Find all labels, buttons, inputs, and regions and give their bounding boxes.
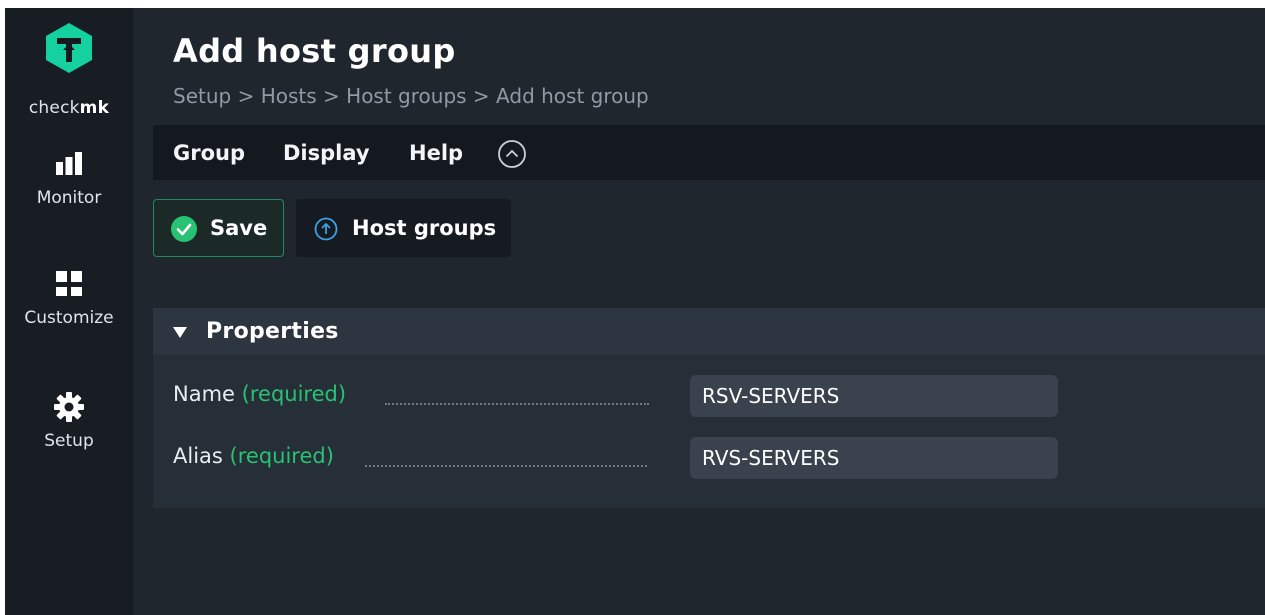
- sidebar-item-monitor[interactable]: Monitor: [5, 148, 133, 208]
- arrow-up-circle-icon: [314, 217, 338, 241]
- breadcrumb-item-hosts[interactable]: Hosts: [261, 84, 317, 108]
- collapse-menu-icon[interactable]: [497, 139, 527, 169]
- host-groups-button-label: Host groups: [352, 216, 497, 240]
- gear-icon: [54, 392, 84, 422]
- grid-icon: [56, 271, 82, 296]
- check-circle-icon: [171, 216, 197, 242]
- breadcrumb-item-host-groups[interactable]: Host groups: [346, 84, 466, 108]
- field-row-alias: Alias (required): [153, 437, 1265, 481]
- collapse-triangle-icon: [173, 327, 187, 338]
- menu-bar: Group Display Help: [153, 125, 1265, 180]
- host-groups-button[interactable]: Host groups: [296, 199, 511, 257]
- sidebar: checkmk Monitor Customize Setup: [5, 8, 133, 615]
- sidebar-item-label: Setup: [44, 431, 94, 451]
- logo-text: checkmk: [28, 98, 110, 118]
- properties-title: Properties: [206, 319, 339, 344]
- menu-group[interactable]: Group: [173, 141, 245, 165]
- breadcrumb: Setup > Hosts > Host groups > Add host g…: [173, 84, 649, 108]
- breadcrumb-separator: >: [466, 84, 497, 108]
- properties-section: Properties Name (required) Alias (requir…: [153, 308, 1265, 508]
- field-row-name: Name (required): [153, 375, 1265, 419]
- sidebar-item-customize[interactable]: Customize: [5, 268, 133, 328]
- checkmk-logo-icon: [46, 23, 92, 73]
- breadcrumb-item-setup[interactable]: Setup: [173, 84, 231, 108]
- page-title: Add host group: [173, 32, 456, 70]
- bar-chart-icon: [56, 152, 82, 175]
- properties-header[interactable]: Properties: [153, 308, 1265, 355]
- main-content: Add host group Setup > Hosts > Host grou…: [133, 8, 1265, 615]
- sidebar-item-label: Customize: [24, 308, 114, 328]
- breadcrumb-item-current: Add host group: [496, 84, 649, 108]
- alias-label: Alias (required): [173, 444, 334, 468]
- name-input[interactable]: [690, 375, 1058, 417]
- save-button[interactable]: Save: [153, 199, 284, 257]
- breadcrumb-separator: >: [316, 84, 347, 108]
- dotted-leader: [385, 403, 649, 405]
- checkmk-logo[interactable]: checkmk: [5, 16, 133, 136]
- app-window: checkmk Monitor Customize Setup Add host…: [5, 8, 1265, 615]
- sidebar-item-setup[interactable]: Setup: [5, 391, 133, 451]
- name-label: Name (required): [173, 382, 347, 406]
- breadcrumb-separator: >: [231, 84, 261, 108]
- menu-help[interactable]: Help: [409, 141, 463, 165]
- menu-display[interactable]: Display: [283, 141, 370, 165]
- dotted-leader: [365, 465, 647, 467]
- sidebar-item-label: Monitor: [36, 188, 102, 208]
- save-button-label: Save: [210, 216, 268, 240]
- alias-input[interactable]: [690, 437, 1058, 479]
